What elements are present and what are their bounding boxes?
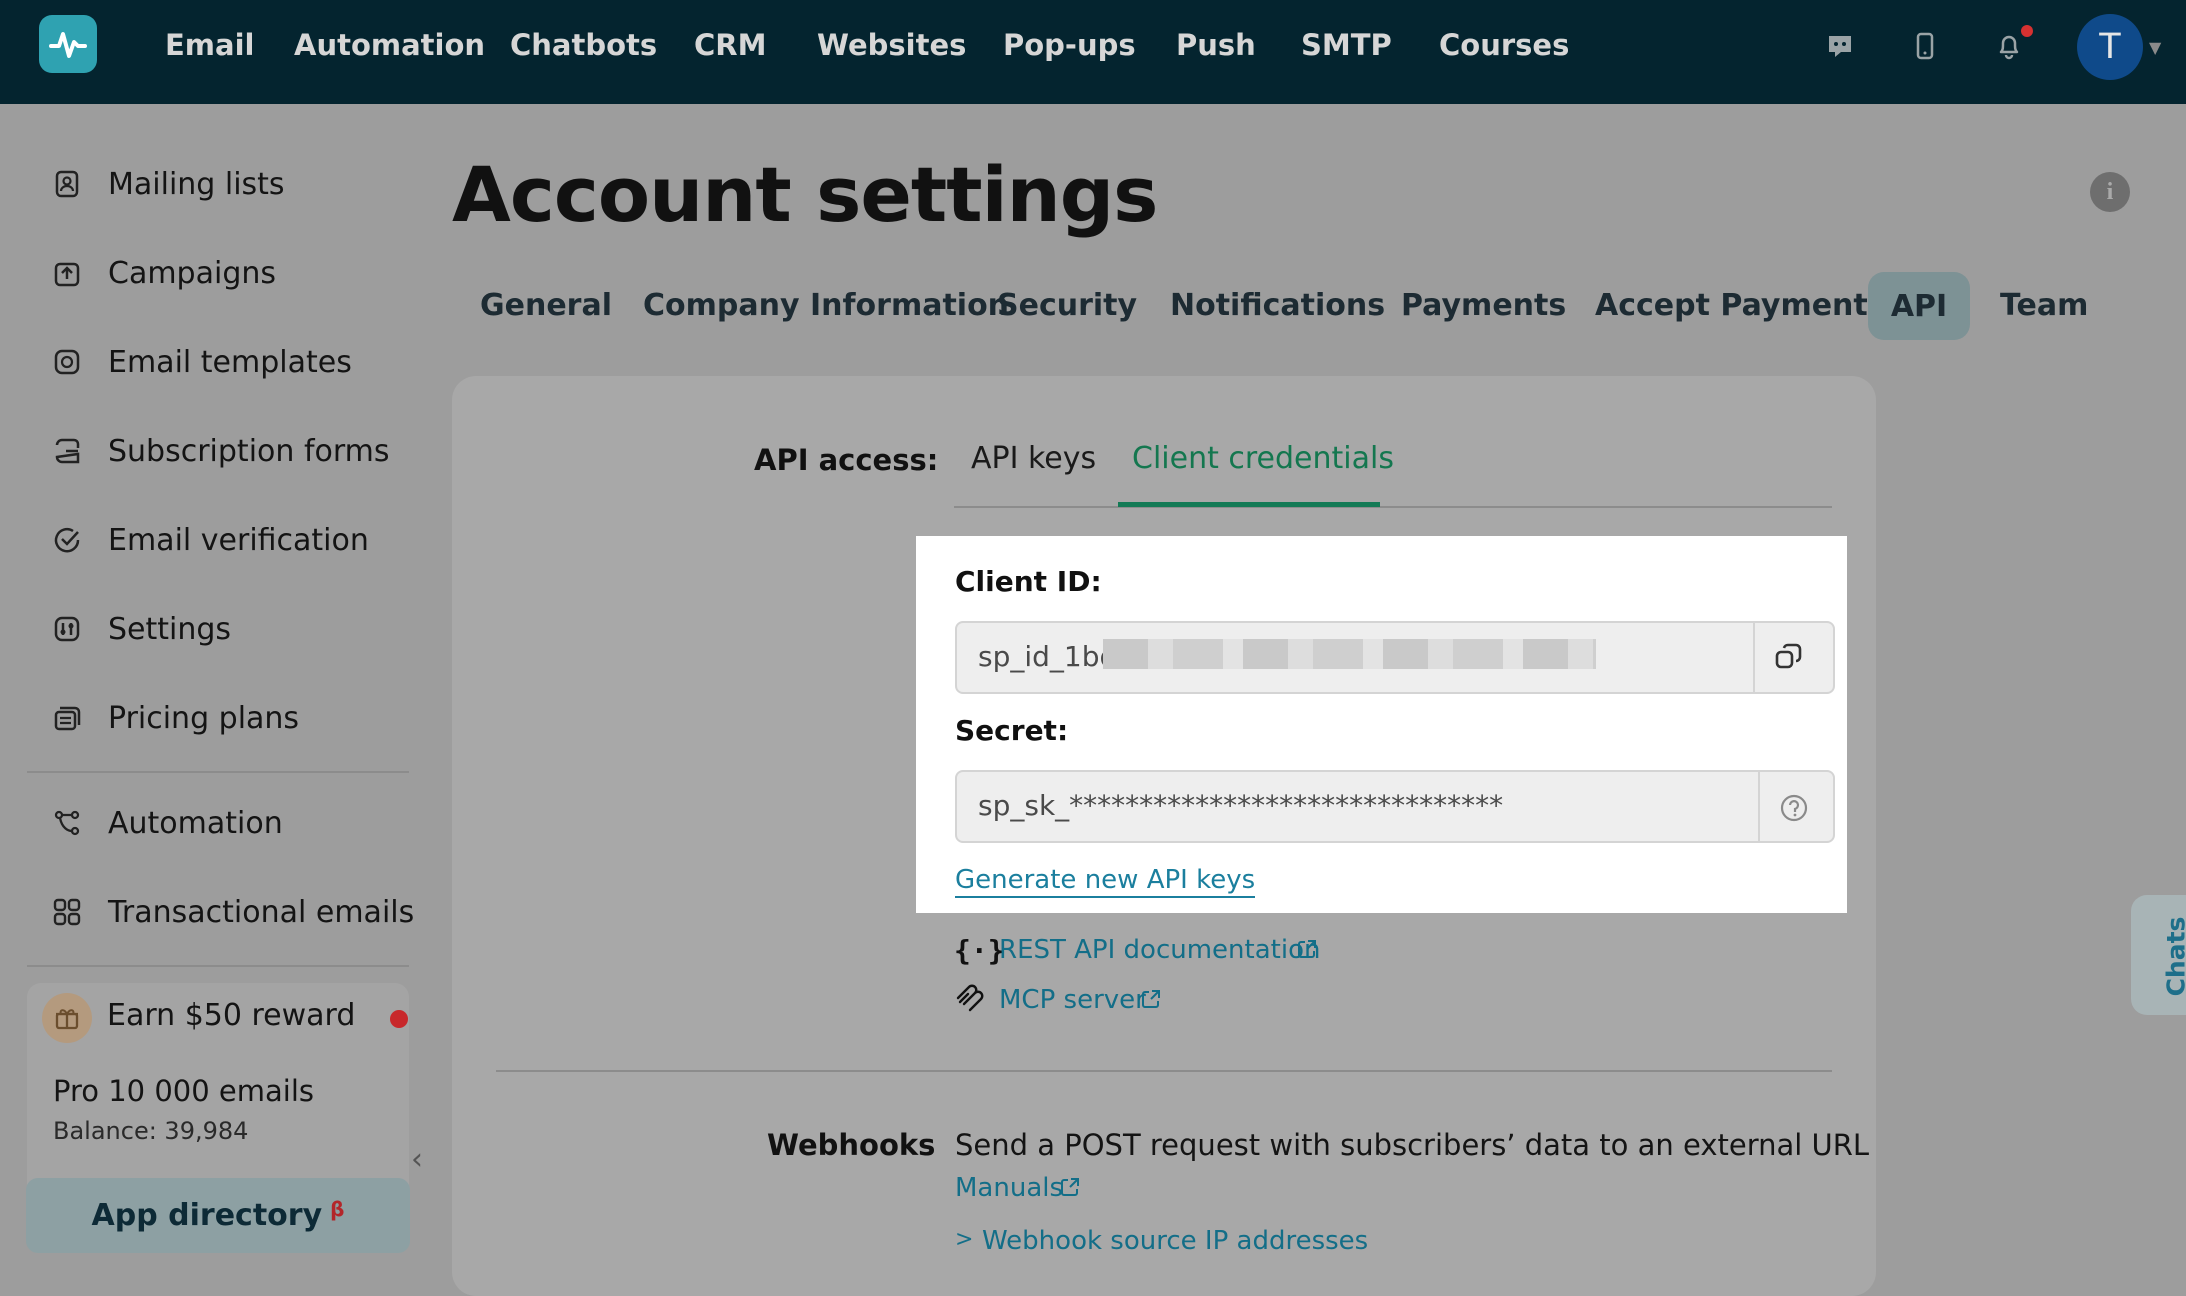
page-title: Account settings	[452, 150, 1158, 239]
sidebar-item-label: Email templates	[108, 344, 352, 380]
nav-courses[interactable]: Courses	[1439, 28, 1569, 62]
sidebar-item-label: Email verification	[108, 522, 369, 558]
field-separator	[1758, 772, 1760, 841]
mcp-server-link[interactable]: MCP server	[999, 985, 1146, 1015]
sidebar-item-email-templates[interactable]: Email templates	[50, 340, 352, 384]
sidebar-item-mailing-lists[interactable]: Mailing lists	[50, 162, 285, 206]
help-icon[interactable]	[1779, 793, 1809, 823]
nav-popups[interactable]: Pop-ups	[1003, 28, 1136, 62]
sidebar-item-pricing-plans[interactable]: Pricing plans	[50, 696, 299, 740]
nav-crm[interactable]: CRM	[694, 28, 766, 62]
external-link-icon	[1059, 1176, 1081, 1198]
external-link-icon	[1296, 938, 1318, 960]
webhooks-label: Webhooks	[767, 1128, 936, 1162]
sidebar-divider	[27, 771, 409, 773]
check-circle-icon	[50, 523, 84, 557]
sidebar-item-label: Pricing plans	[108, 700, 300, 736]
chats-label: Chats	[2161, 916, 2186, 997]
sidebar-item-label: Campaigns	[108, 255, 277, 291]
form-icon	[50, 434, 84, 468]
sidebar-item-label: Settings	[108, 611, 232, 647]
user-avatar[interactable]: T	[2077, 14, 2143, 80]
copy-icon[interactable]	[1772, 640, 1806, 674]
pricing-icon	[50, 701, 84, 735]
tab-api[interactable]: API	[1868, 272, 1970, 340]
webhook-ip-addresses-link[interactable]: Webhook source IP addresses	[982, 1226, 1368, 1256]
app-logo[interactable]	[39, 15, 97, 73]
flow-icon	[50, 806, 84, 840]
nav-smtp[interactable]: SMTP	[1301, 28, 1392, 62]
secret-value: sp_sk_*******************************	[978, 789, 1504, 822]
sidebar-item-label: Mailing lists	[108, 166, 285, 202]
client-id-label: Client ID:	[955, 565, 1102, 598]
subtab-client-credentials[interactable]: Client credentials	[1132, 441, 1394, 476]
contacts-icon	[50, 167, 84, 201]
rest-api-documentation-link[interactable]: REST API documentation	[999, 935, 1320, 965]
subtabs-divider	[954, 506, 1832, 508]
nav-websites[interactable]: Websites	[817, 28, 966, 62]
earn-reward-link[interactable]: Earn $50 reward	[107, 998, 355, 1033]
external-link-icon	[1140, 988, 1162, 1010]
tab-payments[interactable]: Payments	[1401, 288, 1566, 323]
tab-team[interactable]: Team	[2000, 288, 2088, 323]
sidebar-item-campaigns[interactable]: Campaigns	[50, 251, 276, 295]
sidebar-divider	[27, 965, 409, 967]
sidebar-item-subscription-forms[interactable]: Subscription forms	[50, 429, 390, 473]
tab-general[interactable]: General	[480, 288, 612, 323]
balance-text: Balance: 39,984	[53, 1117, 249, 1145]
gift-icon	[42, 993, 92, 1043]
nav-email[interactable]: Email	[165, 28, 254, 62]
sidebar-item-label: Subscription forms	[108, 433, 390, 469]
notification-dot	[2021, 25, 2033, 37]
reward-alert-dot	[390, 1010, 408, 1028]
secret-label: Secret:	[955, 714, 1069, 747]
webhooks-description: Send a POST request with subscribers’ da…	[955, 1128, 1870, 1162]
upload-icon	[50, 256, 84, 290]
sidebar-item-label: Transactional emails	[108, 894, 415, 930]
collapse-sidebar-icon[interactable]: ‹	[411, 1142, 423, 1177]
sidebar-item-label: Automation	[108, 805, 283, 841]
api-access-label: API access:	[754, 443, 939, 477]
section-divider	[496, 1070, 1832, 1072]
sidebar-item-settings[interactable]: Settings	[50, 607, 231, 651]
active-subtab-indicator	[1118, 502, 1380, 507]
code-braces-icon: {·}	[954, 934, 1005, 967]
generate-api-keys-link[interactable]: Generate new API keys	[955, 864, 1256, 898]
chevron-right-icon: >	[955, 1227, 974, 1252]
mcp-icon	[955, 984, 985, 1014]
manuals-link[interactable]: Manuals	[955, 1173, 1063, 1203]
client-id-value: sp_id_1bd	[978, 640, 1118, 673]
tab-security[interactable]: Security	[997, 288, 1137, 323]
mobile-phone-icon[interactable]	[1909, 30, 1941, 62]
field-separator	[1753, 623, 1755, 692]
sidebar-item-email-verification[interactable]: Email verification	[50, 518, 369, 562]
pulse-logo-icon	[49, 32, 87, 58]
chevron-down-icon[interactable]: ▼	[2149, 38, 2161, 57]
sidebar-item-transactional-emails[interactable]: Transactional emails	[50, 890, 414, 934]
plan-name[interactable]: Pro 10 000 emails	[53, 1074, 314, 1108]
beta-badge: β	[330, 1196, 345, 1221]
info-icon[interactable]: i	[2090, 172, 2130, 212]
nav-automation[interactable]: Automation	[294, 28, 485, 62]
tab-accept-payments[interactable]: Accept Payments	[1595, 288, 1886, 323]
grid-icon	[50, 895, 84, 929]
redacted-client-id	[1103, 639, 1596, 669]
subtab-api-keys[interactable]: API keys	[971, 441, 1096, 476]
app-directory-label: App directory	[91, 1198, 323, 1233]
sliders-icon	[50, 612, 84, 646]
sidebar-item-automation[interactable]: Automation	[50, 801, 283, 845]
tab-company-information[interactable]: Company Information	[643, 288, 1009, 323]
nav-chatbots[interactable]: Chatbots	[510, 28, 657, 62]
tab-notifications[interactable]: Notifications	[1170, 288, 1385, 323]
chat-bubble-icon[interactable]	[1824, 30, 1856, 62]
notification-bell-icon[interactable]	[1993, 30, 2025, 62]
app-directory-button[interactable]: App directory β	[26, 1178, 410, 1253]
template-icon	[50, 345, 84, 379]
nav-push[interactable]: Push	[1176, 28, 1256, 62]
